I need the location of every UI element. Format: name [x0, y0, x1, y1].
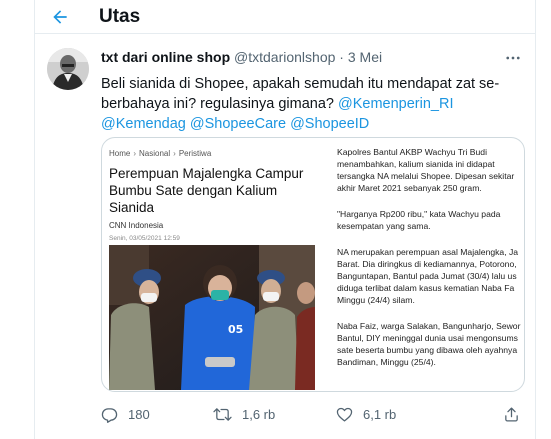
article-line: tersangka NA melalui Shopee. Dipesan sek… — [337, 171, 515, 181]
breadcrumb-separator: › — [133, 149, 137, 158]
arrow-left-icon — [53, 10, 67, 24]
article-line: Naba Faiz, warga Salakan, Bangunharjo, S… — [337, 321, 521, 331]
retweet-button[interactable]: 1,6 rb — [213, 404, 275, 424]
article-line: Kapolres Bantul AKBP Wachyu Tri Budi — [337, 147, 487, 157]
article-line: menambahkan, kalium sianida ini didapat — [337, 159, 495, 169]
svg-text:05: 05 — [228, 323, 243, 336]
tweet-media-image[interactable]: Home › Nasional › Peristiwa Perempuan Majale… — [101, 137, 525, 392]
mention-link[interactable]: @Kemendag — [101, 116, 186, 132]
article-line: diduga terlibat dalam kasus kematian Nab… — [337, 283, 515, 293]
mention-link[interactable]: @ShopeeID — [290, 116, 369, 132]
tweet-actions: 180 1,6 rb 6,1 rb — [101, 404, 529, 424]
share-button[interactable] — [503, 404, 520, 424]
article-source: CNN Indonesia — [109, 221, 164, 230]
retweet-count: 1,6 rb — [242, 406, 276, 422]
heart-icon — [336, 407, 353, 422]
article-line: Barat. Dia diringkus di kediamannya, Pot… — [337, 259, 517, 269]
reply-icon — [101, 407, 118, 423]
author-name[interactable]: txt dari online shop — [101, 49, 230, 65]
article-line: kesempatan yang sama. — [337, 221, 431, 231]
like-count: 6,1 rb — [363, 406, 397, 422]
author-handle[interactable]: @txtdarionlshop — [234, 49, 335, 65]
breadcrumb-separator: › — [173, 149, 176, 158]
reply-count: 180 — [128, 406, 150, 422]
article-left-column: Home › Nasional › Peristiwa Perempuan Majale… — [102, 138, 322, 391]
news-photo: 05 — [109, 245, 315, 390]
mention-link[interactable]: @ShopeeCare — [190, 116, 286, 132]
breadcrumb-item: Nasional — [139, 149, 171, 158]
tweet[interactable]: txt dari online shop @txtdarionlshop · 3… — [35, 34, 535, 439]
article-right-column: Kapolres Bantul AKBP Wachyu Tri Budi men… — [330, 138, 524, 391]
article-title: Perempuan Majalengka Campur Bumbu Sate d… — [109, 166, 304, 215]
breadcrumb: Home › Nasional › Peristiwa — [109, 149, 211, 158]
reply-button[interactable]: 180 — [101, 404, 150, 424]
breadcrumb-item: Home — [109, 149, 131, 158]
meta-separator: · — [339, 49, 344, 65]
article-line: "Harganya Rp200 ribu," kata Wachyu pada — [337, 209, 501, 219]
article-line: Banguntapan, Bantul pada Jumat (30/4) la… — [337, 271, 517, 281]
article-line: NA merupakan perempuan asal Majalengka, … — [337, 247, 519, 257]
mention-link[interactable]: @Kemenperin_RI — [338, 96, 453, 112]
article-line: Bandiman, Minggu (25/4). — [337, 357, 436, 367]
more-horizontal-icon — [506, 56, 520, 60]
breadcrumb-item: Peristiwa — [178, 149, 212, 158]
header: Utas — [35, 0, 535, 34]
back-button[interactable] — [47, 4, 73, 30]
avatar-image — [47, 48, 89, 90]
article-line: akhir Maret 2021 sebanyak 250 gram. — [337, 183, 482, 193]
more-button[interactable] — [501, 46, 525, 70]
retweet-icon — [213, 407, 232, 421]
tweet-date[interactable]: 3 Mei — [348, 49, 382, 65]
article-line: sate beserta bumbu yang dibawa oleh ayah… — [337, 345, 518, 355]
article-line: Bantul, DIY meninggal dunia usai mengons… — [337, 333, 518, 343]
column-border-right — [535, 0, 536, 439]
avatar[interactable] — [47, 48, 89, 90]
news-photo-graphic: 05 — [109, 245, 315, 390]
tweet-header: txt dari online shop @txtdarionlshop · 3… — [101, 49, 382, 65]
article-line: Minggu (24/4) silam. — [337, 295, 415, 305]
share-icon — [505, 406, 518, 422]
like-button[interactable]: 6,1 rb — [336, 404, 396, 424]
page: Utas txt dari online shop @txtdarionlsho… — [0, 0, 551, 439]
page-title: Utas — [99, 6, 141, 27]
tweet-text: Beli sianida di Shopee, apakah semudah i… — [101, 74, 529, 134]
article-date: Senin, 03/05/2021 12:59 — [109, 235, 180, 242]
